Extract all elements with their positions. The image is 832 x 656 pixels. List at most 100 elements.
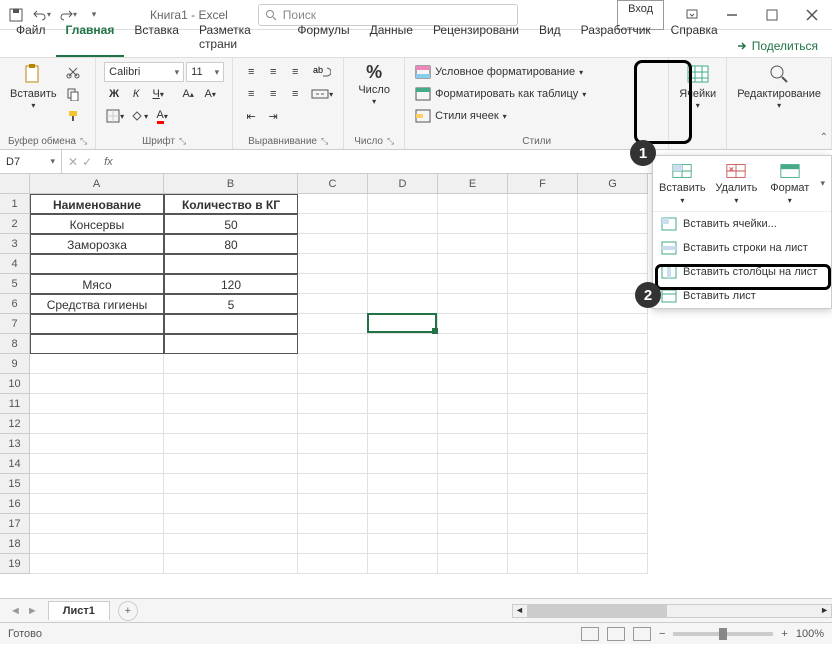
cell[interactable] bbox=[30, 314, 164, 334]
cell[interactable] bbox=[578, 334, 648, 354]
cell[interactable] bbox=[578, 514, 648, 534]
cell[interactable] bbox=[30, 394, 164, 414]
font-size-combo[interactable]: 11▾ bbox=[186, 62, 224, 82]
cell[interactable] bbox=[508, 194, 578, 214]
cell[interactable] bbox=[298, 534, 368, 554]
cell[interactable] bbox=[298, 454, 368, 474]
row-header[interactable]: 18 bbox=[0, 534, 30, 554]
row-header[interactable]: 13 bbox=[0, 434, 30, 454]
cell[interactable] bbox=[30, 494, 164, 514]
cell[interactable] bbox=[368, 334, 438, 354]
insert-columns-item[interactable]: Вставить столбцы на лист bbox=[653, 260, 831, 284]
cell[interactable] bbox=[298, 214, 368, 234]
paste-button[interactable]: Вставить ▾ bbox=[8, 62, 59, 111]
cell[interactable] bbox=[438, 394, 508, 414]
cell[interactable] bbox=[578, 554, 648, 574]
format-as-table-button[interactable]: Форматировать как таблицу▾ bbox=[413, 84, 660, 104]
cell[interactable] bbox=[298, 254, 368, 274]
cell[interactable]: Мясо bbox=[30, 274, 164, 294]
cell[interactable] bbox=[578, 354, 648, 374]
row-header[interactable]: 2 bbox=[0, 214, 30, 234]
cell[interactable] bbox=[368, 294, 438, 314]
align-center-button[interactable]: ≡ bbox=[263, 84, 283, 104]
cell[interactable] bbox=[30, 254, 164, 274]
tab-формулы[interactable]: Формулы bbox=[287, 17, 359, 57]
align-top-button[interactable]: ≡ bbox=[241, 62, 261, 82]
cell[interactable]: Наименование bbox=[30, 194, 164, 214]
cell[interactable] bbox=[508, 274, 578, 294]
cell[interactable] bbox=[368, 514, 438, 534]
cell[interactable] bbox=[438, 354, 508, 374]
cell[interactable] bbox=[508, 354, 578, 374]
enter-formula-icon[interactable]: ✓ bbox=[82, 155, 92, 169]
row-header[interactable]: 1 bbox=[0, 194, 30, 214]
cell[interactable] bbox=[30, 514, 164, 534]
cell[interactable] bbox=[508, 414, 578, 434]
row-header[interactable]: 12 bbox=[0, 414, 30, 434]
cell[interactable] bbox=[438, 494, 508, 514]
cell[interactable] bbox=[298, 514, 368, 534]
cell[interactable]: 5 bbox=[164, 294, 298, 314]
zoom-level[interactable]: 100% bbox=[796, 628, 824, 640]
cell[interactable] bbox=[438, 434, 508, 454]
cell[interactable] bbox=[368, 434, 438, 454]
wrap-text-button[interactable]: ab bbox=[309, 62, 335, 82]
collapse-ribbon-icon[interactable]: ⌃ bbox=[820, 132, 828, 143]
cell[interactable] bbox=[30, 414, 164, 434]
cell[interactable] bbox=[508, 474, 578, 494]
cell[interactable] bbox=[578, 474, 648, 494]
align-right-button[interactable]: ≡ bbox=[285, 84, 305, 104]
cell[interactable] bbox=[578, 194, 648, 214]
cell[interactable] bbox=[438, 254, 508, 274]
conditional-formatting-button[interactable]: Условное форматирование▾ bbox=[413, 62, 660, 82]
cell[interactable] bbox=[298, 334, 368, 354]
normal-view-button[interactable] bbox=[581, 627, 599, 641]
cell[interactable] bbox=[438, 214, 508, 234]
tab-вставка[interactable]: Вставка bbox=[124, 17, 189, 57]
align-bottom-button[interactable]: ≡ bbox=[285, 62, 305, 82]
delete-split-button[interactable]: Удалить▾ bbox=[714, 162, 759, 205]
cell[interactable] bbox=[438, 194, 508, 214]
column-header[interactable]: G bbox=[578, 174, 648, 194]
cell[interactable] bbox=[508, 374, 578, 394]
cell[interactable] bbox=[438, 474, 508, 494]
scroll-right-icon[interactable]: ► bbox=[820, 605, 829, 615]
cell[interactable] bbox=[578, 214, 648, 234]
fx-icon[interactable]: fx bbox=[104, 156, 113, 168]
cell[interactable] bbox=[578, 234, 648, 254]
editing-button[interactable]: Редактирование ▾ bbox=[735, 62, 823, 111]
row-header[interactable]: 17 bbox=[0, 514, 30, 534]
copy-button[interactable] bbox=[63, 84, 83, 104]
cell[interactable]: 50 bbox=[164, 214, 298, 234]
cell[interactable] bbox=[578, 414, 648, 434]
add-sheet-button[interactable]: + bbox=[118, 601, 138, 621]
zoom-slider[interactable] bbox=[673, 632, 773, 636]
row-header[interactable]: 14 bbox=[0, 454, 30, 474]
cell[interactable] bbox=[298, 274, 368, 294]
cell[interactable] bbox=[30, 434, 164, 454]
cell[interactable] bbox=[508, 214, 578, 234]
cell[interactable] bbox=[298, 394, 368, 414]
row-header[interactable]: 10 bbox=[0, 374, 30, 394]
cell[interactable] bbox=[30, 554, 164, 574]
cell[interactable] bbox=[164, 254, 298, 274]
maximize-icon[interactable] bbox=[752, 0, 792, 30]
cell[interactable] bbox=[438, 274, 508, 294]
cell[interactable]: Заморозка bbox=[30, 234, 164, 254]
cell[interactable] bbox=[30, 374, 164, 394]
underline-button[interactable]: Ч▾ bbox=[148, 84, 168, 104]
cell[interactable]: Консервы bbox=[30, 214, 164, 234]
cell[interactable] bbox=[578, 314, 648, 334]
fill-color-button[interactable]: ▾ bbox=[128, 106, 150, 126]
italic-button[interactable]: К bbox=[126, 84, 146, 104]
zoom-out-button[interactable]: − bbox=[659, 628, 665, 640]
tab-разработчик[interactable]: Разработчик bbox=[571, 17, 661, 57]
cell[interactable] bbox=[508, 234, 578, 254]
insert-split-button[interactable]: Вставить▾ bbox=[659, 162, 706, 205]
chevron-down-icon[interactable]: ▾ bbox=[820, 178, 825, 189]
cell[interactable] bbox=[578, 434, 648, 454]
cell[interactable] bbox=[438, 514, 508, 534]
cell[interactable] bbox=[438, 414, 508, 434]
cell[interactable] bbox=[298, 294, 368, 314]
cell[interactable] bbox=[30, 354, 164, 374]
